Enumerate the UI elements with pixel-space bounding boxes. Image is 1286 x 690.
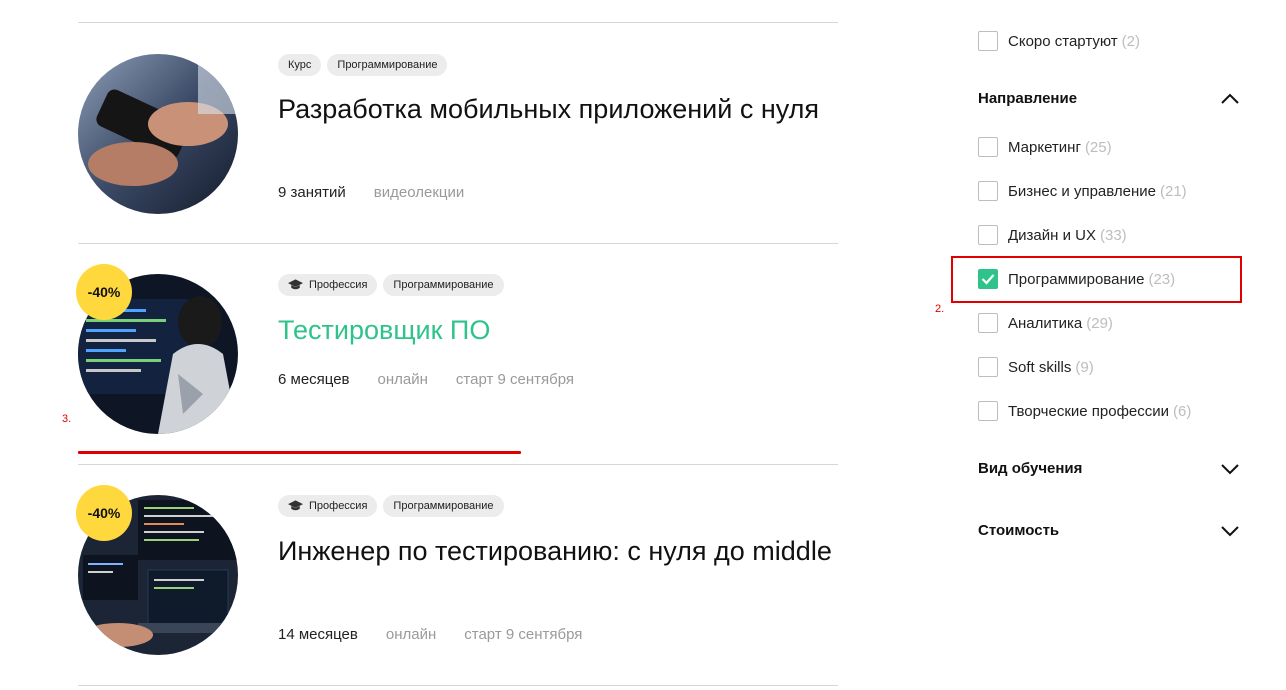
course-start: старт 9 сентября <box>455 371 575 388</box>
filter-business[interactable]: Бизнес и управление (21) <box>978 181 1187 201</box>
tag-category: Программирование <box>383 274 504 296</box>
filter-soon-starting[interactable]: Скоро стартуют (2) <box>978 31 1140 51</box>
filter-design[interactable]: Дизайн и UX (33) <box>978 225 1127 245</box>
course-tags: Профессия Программирование <box>278 495 504 517</box>
section-direction-header[interactable]: Направление <box>978 90 1240 107</box>
discount-badge: -40% <box>76 264 132 320</box>
chevron-down-icon[interactable] <box>1220 525 1240 537</box>
tag-type: Профессия <box>278 274 378 296</box>
annotation-2: 2. <box>935 303 945 315</box>
tag-category: Программирование <box>327 54 448 76</box>
annotation-underline <box>78 451 521 454</box>
graduation-cap-icon <box>288 279 303 290</box>
discount-badge: -40% <box>76 485 132 541</box>
checkbox[interactable] <box>978 31 998 51</box>
divider <box>78 685 838 686</box>
checkbox[interactable] <box>978 401 998 421</box>
course-image[interactable] <box>78 54 238 214</box>
checkbox[interactable] <box>978 137 998 157</box>
course-title[interactable]: Тестировщик ПО <box>278 313 838 347</box>
checkbox[interactable] <box>978 357 998 377</box>
course-duration: 6 месяцев <box>278 371 350 388</box>
section-learning-type-header[interactable]: Вид обучения <box>978 460 1240 477</box>
course-meta: 14 месяцев онлайн старт 9 сентября <box>278 626 582 643</box>
course-title[interactable]: Разработка мобильных приложений с нуля <box>278 92 838 126</box>
chevron-up-icon[interactable] <box>1220 93 1240 105</box>
checkbox[interactable] <box>978 225 998 245</box>
course-card[interactable]: Курс Программирование Разработка мобильн… <box>78 22 838 242</box>
course-duration: 14 месяцев <box>278 626 358 643</box>
checkbox-checked[interactable] <box>978 269 998 289</box>
course-duration: 9 занятий <box>278 184 346 201</box>
course-format: онлайн <box>377 371 428 388</box>
section-cost-header[interactable]: Стоимость <box>978 522 1240 539</box>
graduation-cap-icon <box>288 500 303 511</box>
checkbox[interactable] <box>978 313 998 333</box>
filter-soft-skills[interactable]: Soft skills (9) <box>978 357 1094 377</box>
filter-creative[interactable]: Творческие профессии (6) <box>978 401 1191 421</box>
course-tags: Профессия Программирование <box>278 274 504 296</box>
filter-analytics[interactable]: Аналитика (29) <box>978 313 1113 333</box>
course-start: старт 9 сентября <box>464 626 583 643</box>
course-format: видеолекции <box>373 184 465 201</box>
course-card[interactable]: -40% Профессия Программирование Тестиров… <box>76 243 838 463</box>
course-meta: 9 занятий видеолекции <box>278 184 464 201</box>
filter-marketing[interactable]: Маркетинг (25) <box>978 137 1112 157</box>
tag-category: Программирование <box>383 495 504 517</box>
checkmark-icon <box>981 274 995 285</box>
annotation-3: 3. <box>62 413 72 425</box>
course-format: онлайн <box>385 626 437 643</box>
checkbox[interactable] <box>978 181 998 201</box>
filter-programming[interactable]: Программирование (23) <box>978 269 1175 289</box>
tag-type: Курс <box>278 54 322 76</box>
course-card[interactable]: -40% Профессия Программирование Инженер … <box>76 464 838 684</box>
chevron-down-icon[interactable] <box>1220 463 1240 475</box>
course-meta: 6 месяцев онлайн старт 9 сентября <box>278 371 574 388</box>
course-title[interactable]: Инженер по тестированию: с нуля до middl… <box>278 534 838 568</box>
course-tags: Курс Программирование <box>278 54 448 76</box>
tag-type: Профессия <box>278 495 378 517</box>
